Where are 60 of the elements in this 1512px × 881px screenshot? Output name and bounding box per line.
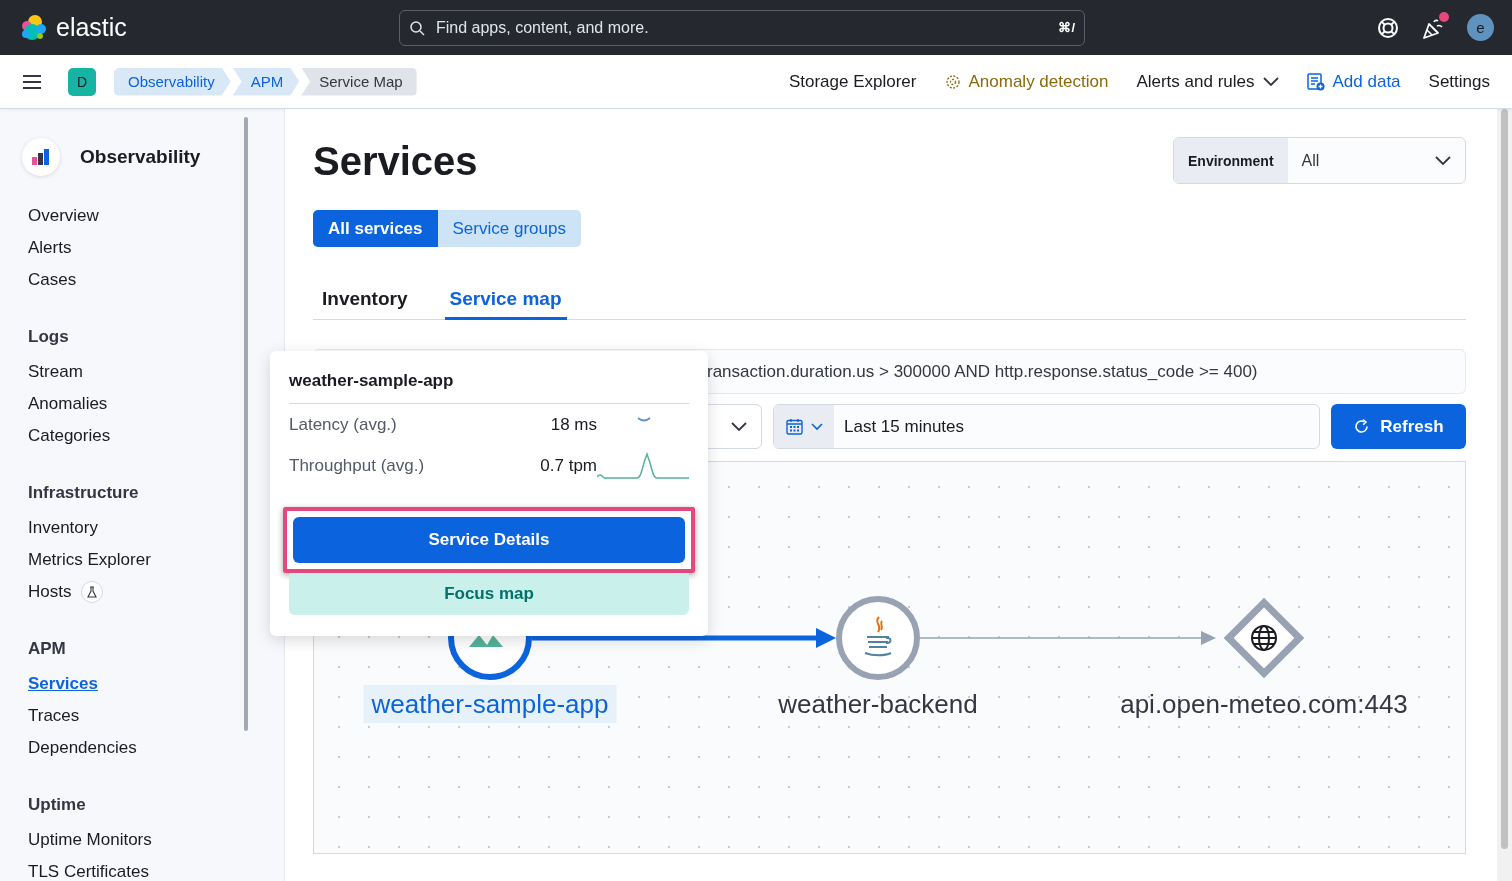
chevron-down-icon <box>731 421 747 432</box>
sidebar-item[interactable]: Traces <box>28 700 284 732</box>
sidebar-item[interactable]: Overview <box>28 200 284 232</box>
nav-link[interactable]: Anomaly detection <box>944 71 1109 92</box>
nav-link[interactable]: Add data <box>1306 71 1401 92</box>
breadcrumb[interactable]: Observability <box>114 67 231 96</box>
sidebar-item[interactable]: Cases <box>28 264 284 296</box>
stat-label: Throughput (avg.) <box>289 455 426 476</box>
sidebar-item[interactable]: Hosts <box>28 576 72 608</box>
nav-link[interactable]: Settings <box>1428 71 1490 92</box>
search-icon <box>409 19 425 36</box>
calendar-icon <box>785 418 803 435</box>
toggle-button[interactable]: Service groups <box>437 210 581 247</box>
sparkline-drawing <box>637 416 651 423</box>
sidebar-item[interactable]: TLS Certificates <box>28 856 284 881</box>
page-title: Services <box>313 138 478 185</box>
sidebar-item[interactable]: Alerts <box>28 232 284 264</box>
scrollbar-thumb[interactable] <box>244 117 248 731</box>
shortcut-hint: ⌘/ <box>1058 19 1075 35</box>
chevron-down-icon <box>1435 155 1451 166</box>
stat-label: Latency (avg.) <box>289 414 398 435</box>
tab[interactable]: Service map <box>444 280 567 320</box>
sidebar-item[interactable]: Services <box>28 668 284 700</box>
sidebar-item[interactable]: Uptime Monitors <box>28 824 284 856</box>
breadcrumb[interactable]: Service Map <box>301 67 417 96</box>
chevron-down-icon <box>810 422 823 431</box>
node-label: weather-backend <box>777 688 979 721</box>
sidebar-title: Observability <box>80 146 201 168</box>
tab[interactable]: Inventory <box>317 280 413 320</box>
chevron-down-icon <box>1262 76 1279 87</box>
environment-select[interactable]: Environment All <box>1173 137 1466 184</box>
breadcrumb[interactable]: APM <box>232 67 300 96</box>
section-heading: APM <box>28 638 67 660</box>
app-logo-icon <box>22 138 60 176</box>
add-data-icon <box>1306 72 1325 91</box>
popover-title: weather-sample-app <box>289 351 689 404</box>
toggle-button[interactable]: All services <box>313 210 438 247</box>
stat-value: 0.7 tpm <box>540 455 597 476</box>
space-avatar[interactable]: D <box>68 67 96 96</box>
section-heading: Logs <box>28 326 70 348</box>
focus-map-button[interactable]: Focus map <box>289 573 689 615</box>
section-heading: Infrastructure <box>28 482 140 504</box>
quick-select-button[interactable] <box>774 405 834 448</box>
refresh-icon <box>1353 418 1371 435</box>
help-icon[interactable] <box>1377 16 1399 39</box>
service-details-button[interactable]: Service Details <box>293 517 685 563</box>
node-label: api.open-meteo.com:443 <box>1119 688 1409 721</box>
nav-link[interactable]: Storage Explorer <box>788 71 917 92</box>
scrollbar-thumb[interactable] <box>1501 109 1508 849</box>
nav-link[interactable]: Alerts and rules <box>1136 71 1279 92</box>
date-picker[interactable]: Last 15 minutes <box>773 404 1320 449</box>
stat-value: 18 ms <box>550 414 597 435</box>
node-label: weather-sample-app <box>363 685 617 723</box>
brand-name: elastic <box>56 13 127 42</box>
refresh-button[interactable]: Refresh <box>1331 404 1466 449</box>
sidebar-item[interactable]: Dependencies <box>28 732 284 764</box>
menu-icon[interactable] <box>22 73 42 90</box>
java-node-icon[interactable] <box>835 595 921 681</box>
section-heading: Uptime <box>28 794 87 816</box>
user-avatar[interactable]: e <box>1467 14 1494 41</box>
